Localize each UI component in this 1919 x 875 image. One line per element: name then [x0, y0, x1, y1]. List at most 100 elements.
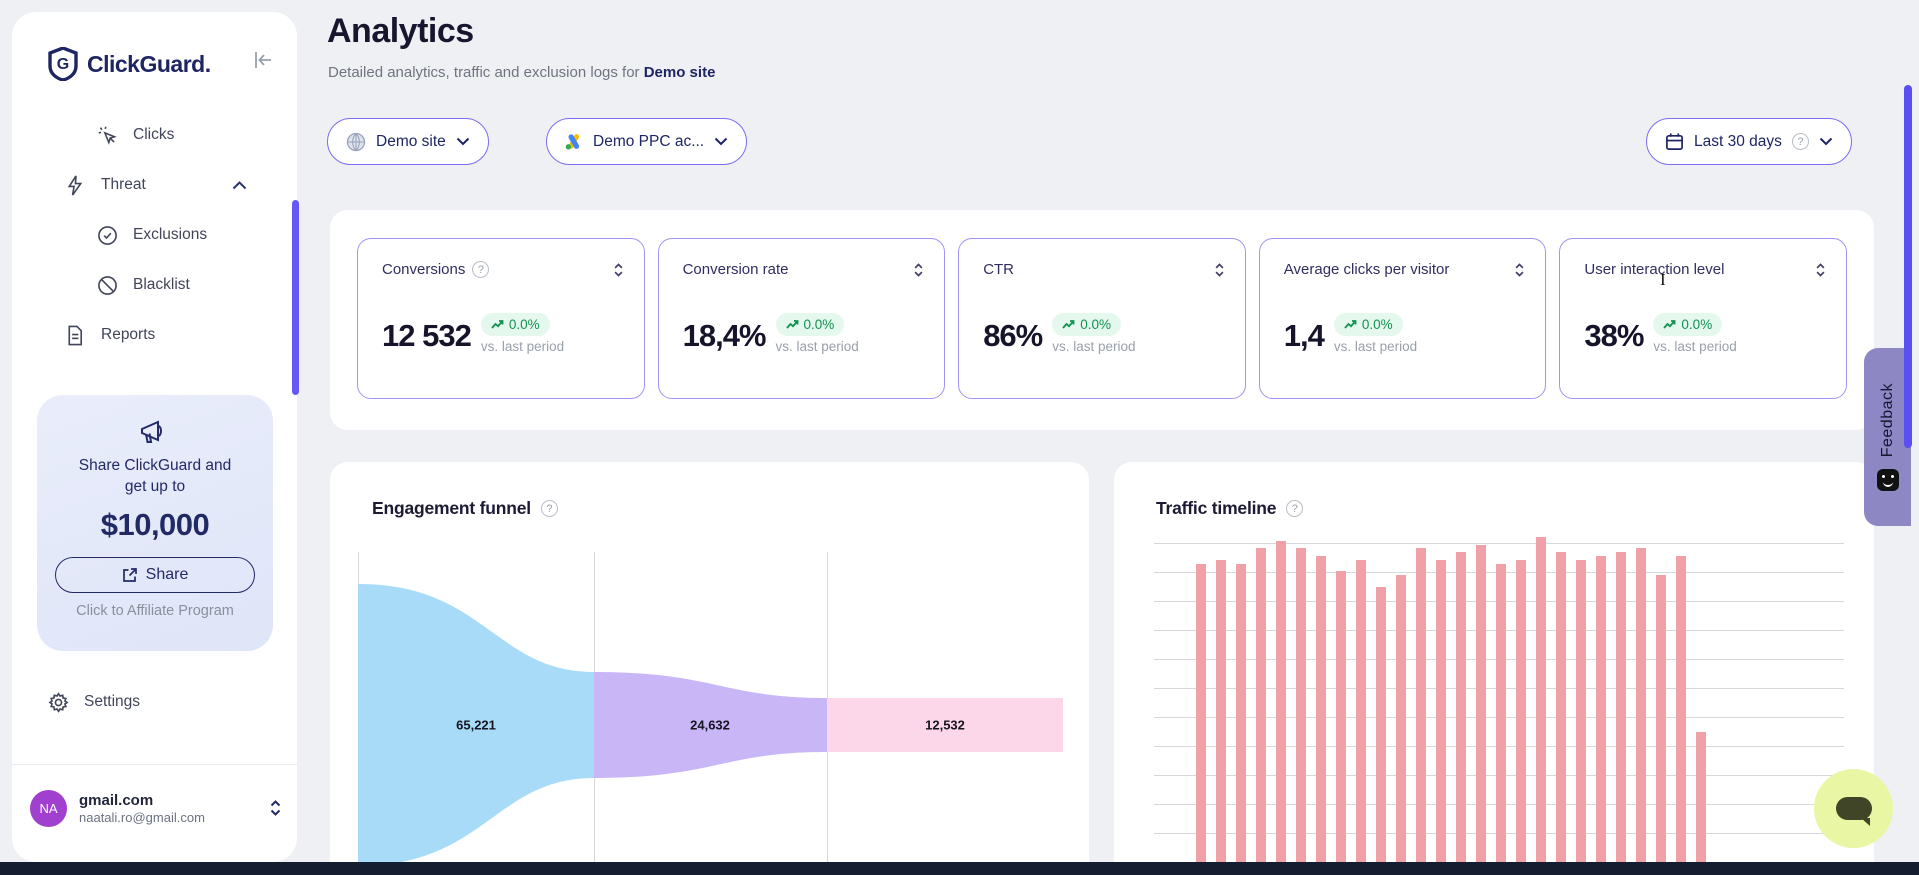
ppc-account-selector[interactable]: Demo PPC ac...	[546, 118, 747, 165]
account-name: gmail.com	[79, 792, 269, 809]
help-icon[interactable]: ?	[1792, 133, 1809, 150]
svg-text:G: G	[57, 56, 69, 73]
account-info: gmail.com naatali.ro@gmail.com	[79, 792, 269, 825]
sort-chevrons-icon[interactable]	[913, 262, 924, 278]
promo-text: Share ClickGuard and get up to	[37, 455, 273, 497]
traffic-bar[interactable]	[1196, 564, 1206, 875]
calendar-icon	[1665, 132, 1684, 151]
divider	[12, 764, 297, 765]
document-icon	[64, 324, 86, 346]
chat-launcher-button[interactable]	[1814, 769, 1893, 848]
funnel-value-label: 65,221	[456, 718, 496, 733]
affiliate-promo-card[interactable]: Share ClickGuard and get up to $10,000 S…	[37, 395, 273, 651]
kpi-value: 86%	[983, 313, 1042, 359]
feedback-label: Feedback	[1879, 383, 1897, 457]
subtitle-site-name: Demo site	[644, 64, 716, 81]
traffic-bar[interactable]	[1276, 541, 1286, 875]
chevron-down-icon	[456, 137, 470, 146]
kpi-label: Conversion rate	[683, 261, 789, 278]
lightning-icon	[64, 174, 86, 196]
google-ads-icon	[565, 133, 583, 150]
traffic-bar[interactable]	[1236, 564, 1246, 875]
funnel-chart[interactable]	[330, 462, 1089, 875]
traffic-bar[interactable]	[1296, 548, 1306, 875]
traffic-bar[interactable]	[1656, 575, 1666, 875]
sort-chevrons-icon[interactable]	[1214, 262, 1225, 278]
traffic-bar[interactable]	[1536, 537, 1546, 875]
chevron-down-icon	[714, 137, 728, 146]
brand-wordmark: ClickGuard.	[87, 51, 211, 78]
traffic-bar[interactable]	[1376, 587, 1386, 875]
traffic-bar[interactable]	[1436, 560, 1446, 875]
bottom-edge-bar	[0, 862, 1919, 875]
kpi-vs-period: vs. last period	[1052, 339, 1135, 354]
sort-chevrons-icon[interactable]	[1514, 262, 1525, 278]
gear-icon	[48, 692, 69, 713]
chevron-up-icon[interactable]	[232, 181, 247, 190]
sort-chevrons-icon[interactable]	[613, 262, 624, 278]
kpi-value: 18,4%	[683, 313, 766, 359]
kpi-cards-row: Conversions ? 12 532 0.0% vs. last perio…	[357, 238, 1847, 399]
engagement-funnel-card: Engagement funnel ? 65,221 24,632 12,532	[330, 462, 1089, 875]
traffic-bar[interactable]	[1216, 560, 1226, 875]
kpi-value: 38%	[1584, 313, 1643, 359]
traffic-bar[interactable]	[1416, 548, 1426, 875]
traffic-bar[interactable]	[1396, 575, 1406, 875]
traffic-bar[interactable]	[1516, 560, 1526, 875]
traffic-bar[interactable]	[1576, 560, 1586, 875]
trend-up-icon	[1062, 319, 1075, 330]
trend-up-icon	[1344, 319, 1357, 330]
traffic-bar[interactable]	[1596, 556, 1606, 875]
cursor-click-icon	[96, 124, 118, 146]
avatar: NA	[30, 790, 67, 827]
trend-up-icon	[1663, 319, 1676, 330]
select-chevrons-icon	[269, 799, 282, 817]
kpi-panel: Conversions ? 12 532 0.0% vs. last perio…	[330, 210, 1874, 430]
sidebar: G ClickGuard. Clicks Threat	[12, 12, 297, 862]
traffic-bar[interactable]	[1556, 552, 1566, 875]
traffic-bar[interactable]	[1496, 564, 1506, 875]
sidebar-item-settings[interactable]: Settings	[48, 680, 268, 724]
sidebar-item-threat[interactable]: Threat	[12, 160, 297, 210]
globe-icon	[346, 132, 366, 152]
traffic-bar[interactable]	[1696, 732, 1706, 875]
traffic-bar[interactable]	[1336, 571, 1346, 875]
gridline	[1154, 543, 1844, 544]
help-icon[interactable]: ?	[472, 261, 489, 278]
megaphone-icon	[138, 417, 172, 447]
traffic-bar[interactable]	[1616, 552, 1626, 875]
clickguard-shield-icon: G	[48, 47, 78, 81]
sidebar-item-blacklist[interactable]: Blacklist	[12, 260, 297, 310]
kpi-delta-badge: 0.0%	[776, 313, 845, 336]
kpi-card-conversion-rate: Conversion rate 18,4% 0.0% vs. last peri…	[658, 238, 946, 399]
kpi-vs-period: vs. last period	[1334, 339, 1417, 354]
kpi-vs-period: vs. last period	[776, 339, 859, 354]
page-subtitle: Detailed analytics, traffic and exclusio…	[328, 64, 715, 81]
sidebar-collapse-icon[interactable]	[252, 50, 274, 70]
traffic-bar[interactable]	[1316, 556, 1326, 875]
traffic-bar[interactable]	[1356, 560, 1366, 875]
sort-chevrons-icon[interactable]	[1815, 262, 1826, 278]
page-scrollbar-thumb[interactable]	[1904, 85, 1912, 448]
sidebar-item-reports[interactable]: Reports	[12, 310, 297, 360]
kpi-label: User interaction level	[1584, 261, 1724, 278]
account-switcher[interactable]: NA gmail.com naatali.ro@gmail.com	[30, 782, 282, 834]
site-selector[interactable]: Demo site	[327, 118, 489, 165]
kpi-delta-badge: 0.0%	[1653, 313, 1722, 336]
traffic-bar[interactable]	[1636, 548, 1646, 875]
traffic-bar[interactable]	[1476, 545, 1486, 875]
kpi-label: Conversions	[382, 261, 465, 278]
brand-logo: G ClickGuard.	[48, 46, 288, 82]
traffic-bar[interactable]	[1676, 556, 1686, 875]
sidebar-item-exclusions[interactable]: Exclusions	[12, 210, 297, 260]
share-button[interactable]: Share	[55, 557, 255, 593]
traffic-bar[interactable]	[1456, 552, 1466, 875]
kpi-delta-badge: 0.0%	[481, 313, 550, 336]
kpi-vs-period: vs. last period	[1653, 339, 1736, 354]
date-range-selector[interactable]: Last 30 days ?	[1646, 118, 1852, 165]
sidebar-item-clicks[interactable]: Clicks	[12, 110, 297, 160]
kpi-card-avg-clicks: Average clicks per visitor 1,4 0.0% vs. …	[1259, 238, 1547, 399]
traffic-bar-chart[interactable]	[1114, 462, 1874, 875]
sidebar-scrollbar-thumb[interactable]	[292, 200, 299, 395]
traffic-bar[interactable]	[1256, 548, 1266, 875]
